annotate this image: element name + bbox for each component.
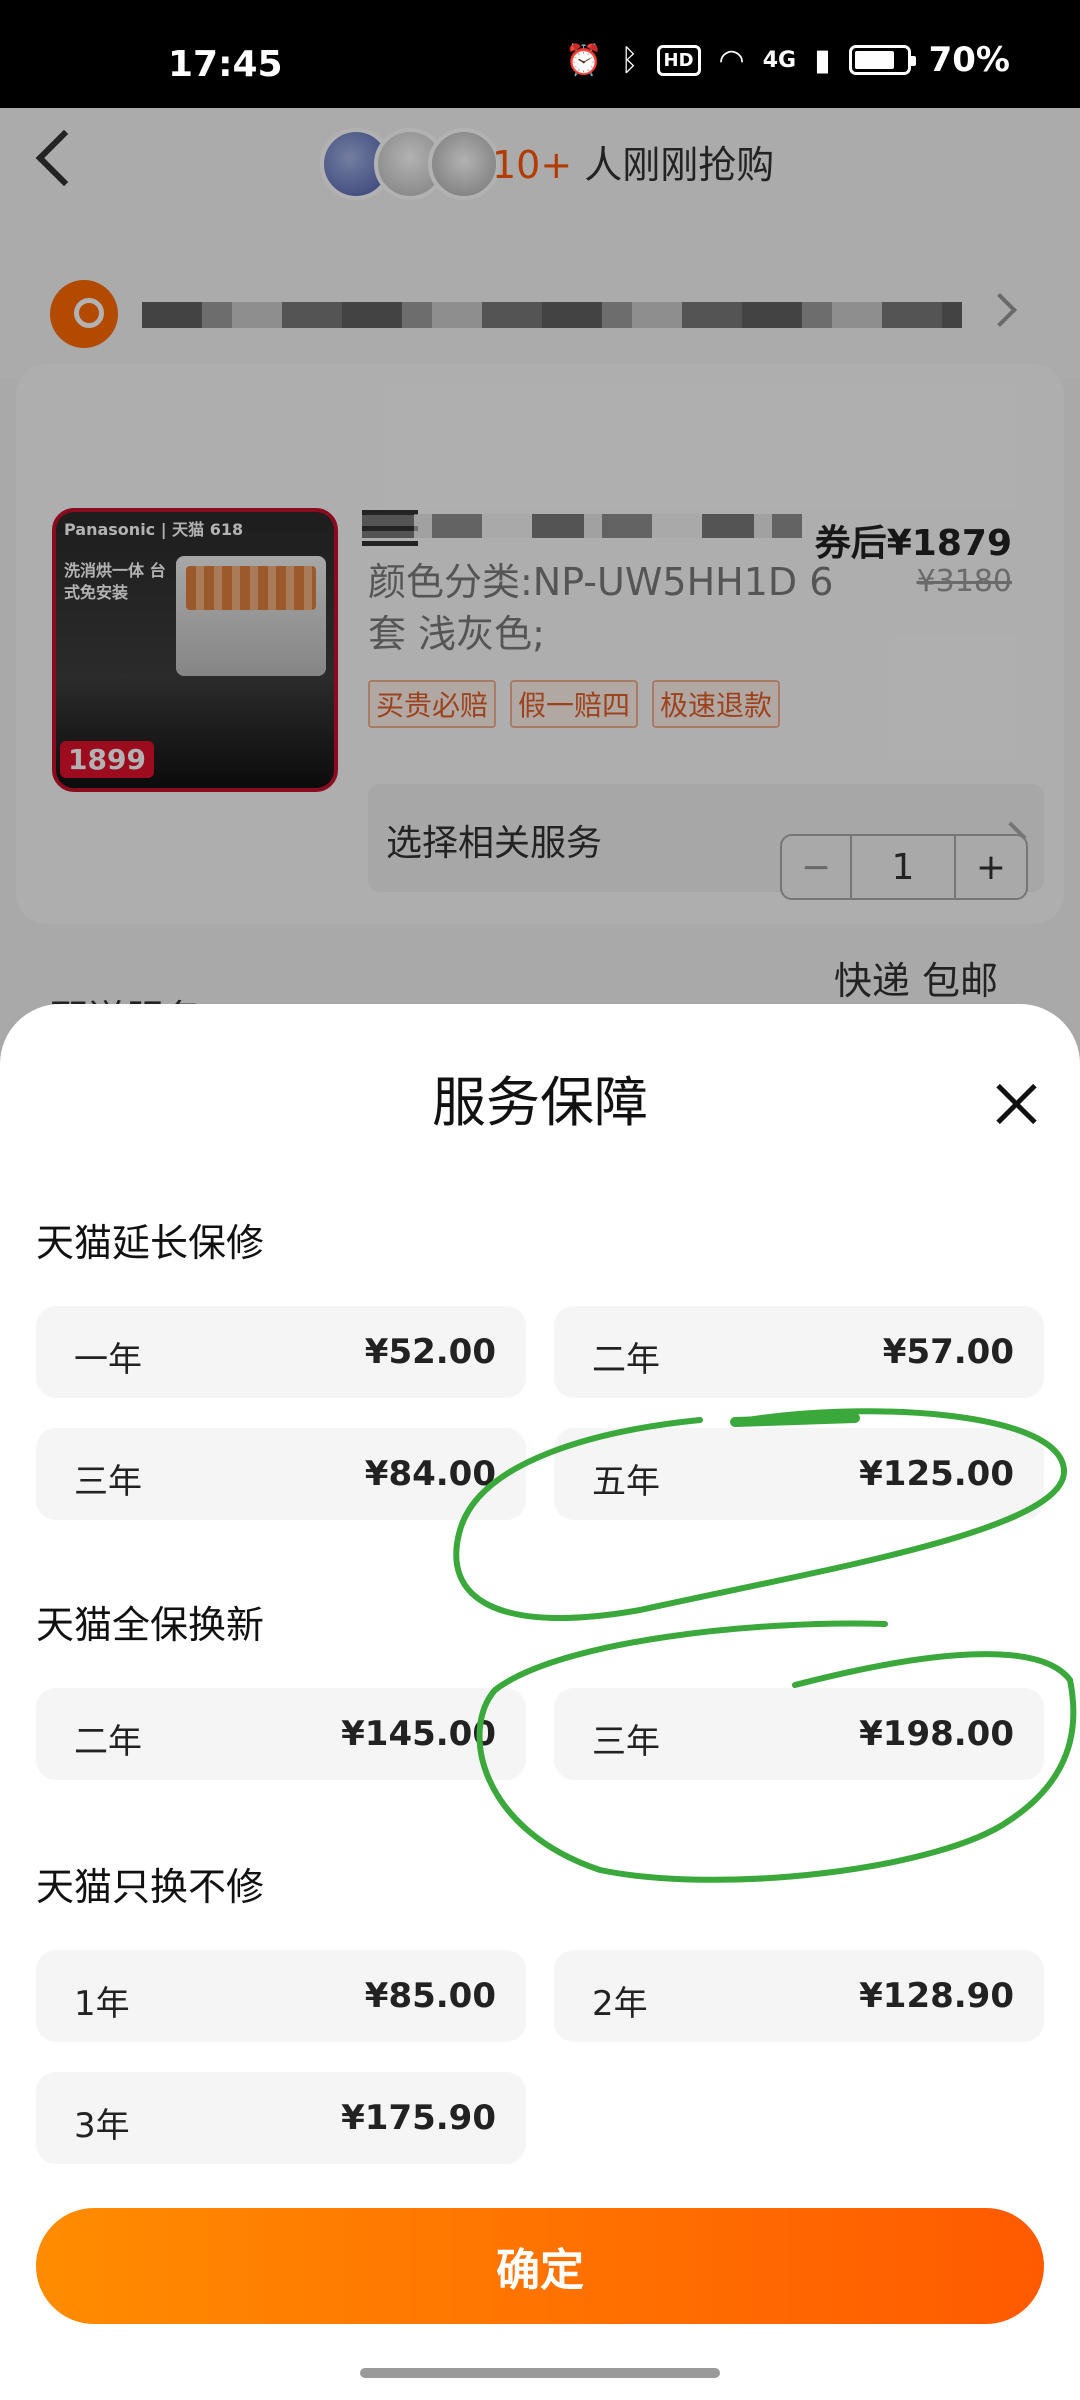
option-name: 3年 bbox=[74, 2106, 130, 2146]
option-name: 1年 bbox=[74, 1984, 130, 2024]
sheet-title: 服务保障 bbox=[432, 1071, 648, 1134]
option-name: 三年 bbox=[592, 1722, 660, 1762]
option-name: 三年 bbox=[74, 1462, 142, 1502]
close-icon[interactable] bbox=[988, 1076, 1044, 1132]
option-name: 一年 bbox=[74, 1340, 142, 1380]
battery-icon bbox=[848, 45, 916, 75]
option-extended-3y[interactable]: 三年 ¥84.00 bbox=[36, 1428, 526, 1520]
option-price: ¥145.00 bbox=[341, 1714, 496, 1754]
option-price: ¥85.00 bbox=[364, 1976, 496, 2016]
status-icons: ⏰ ᛒ HD ◠ 4G ▮ 70% bbox=[565, 40, 1010, 80]
option-replace-only-2y[interactable]: 2年 ¥128.90 bbox=[554, 1950, 1044, 2042]
option-replace-only-3y[interactable]: 3年 ¥175.90 bbox=[36, 2072, 526, 2164]
option-price: ¥57.00 bbox=[882, 1332, 1014, 1372]
option-name: 五年 bbox=[592, 1462, 660, 1502]
battery-percent: 70% bbox=[928, 40, 1010, 80]
4g-signal-icon: 4G bbox=[762, 47, 797, 73]
option-price: ¥175.90 bbox=[341, 2098, 496, 2138]
section-title-full-replacement: 天猫全保换新 bbox=[36, 1603, 265, 1647]
wifi-icon: ◠ bbox=[718, 42, 745, 78]
option-replacement-2y[interactable]: 二年 ¥145.00 bbox=[36, 1688, 526, 1780]
option-price: ¥84.00 bbox=[364, 1454, 496, 1494]
bluetooth-icon: ᛒ bbox=[620, 42, 639, 78]
section-title-extended-warranty: 天猫延长保修 bbox=[36, 1221, 265, 1265]
confirm-button[interactable]: 确定 bbox=[36, 2208, 1044, 2324]
option-name: 二年 bbox=[74, 1722, 142, 1762]
option-price: ¥128.90 bbox=[859, 1976, 1014, 2016]
option-extended-2y[interactable]: 二年 ¥57.00 bbox=[554, 1306, 1044, 1398]
home-indicator[interactable] bbox=[360, 2368, 720, 2378]
option-price: ¥52.00 bbox=[364, 1332, 496, 1372]
service-sheet: 服务保障 天猫延长保修 一年 ¥52.00 二年 ¥57.00 三年 ¥84.0… bbox=[0, 1004, 1080, 2400]
option-extended-5y[interactable]: 五年 ¥125.00 bbox=[554, 1428, 1044, 1520]
status-time: 17:45 bbox=[168, 44, 283, 85]
option-price: ¥125.00 bbox=[859, 1454, 1014, 1494]
option-name: 2年 bbox=[592, 1984, 648, 2024]
option-name: 二年 bbox=[592, 1340, 660, 1380]
hd-icon: HD bbox=[656, 44, 701, 76]
option-replacement-3y[interactable]: 三年 ¥198.00 bbox=[554, 1688, 1044, 1780]
status-bar: 17:45 ⏰ ᛒ HD ◠ 4G ▮ 70% bbox=[0, 0, 1080, 108]
alarm-icon: ⏰ bbox=[565, 42, 603, 78]
option-extended-1y[interactable]: 一年 ¥52.00 bbox=[36, 1306, 526, 1398]
section-title-replace-only: 天猫只换不修 bbox=[36, 1865, 265, 1909]
signal-bars-icon: ▮ bbox=[814, 42, 831, 78]
option-price: ¥198.00 bbox=[859, 1714, 1014, 1754]
option-replace-only-1y[interactable]: 1年 ¥85.00 bbox=[36, 1950, 526, 2042]
